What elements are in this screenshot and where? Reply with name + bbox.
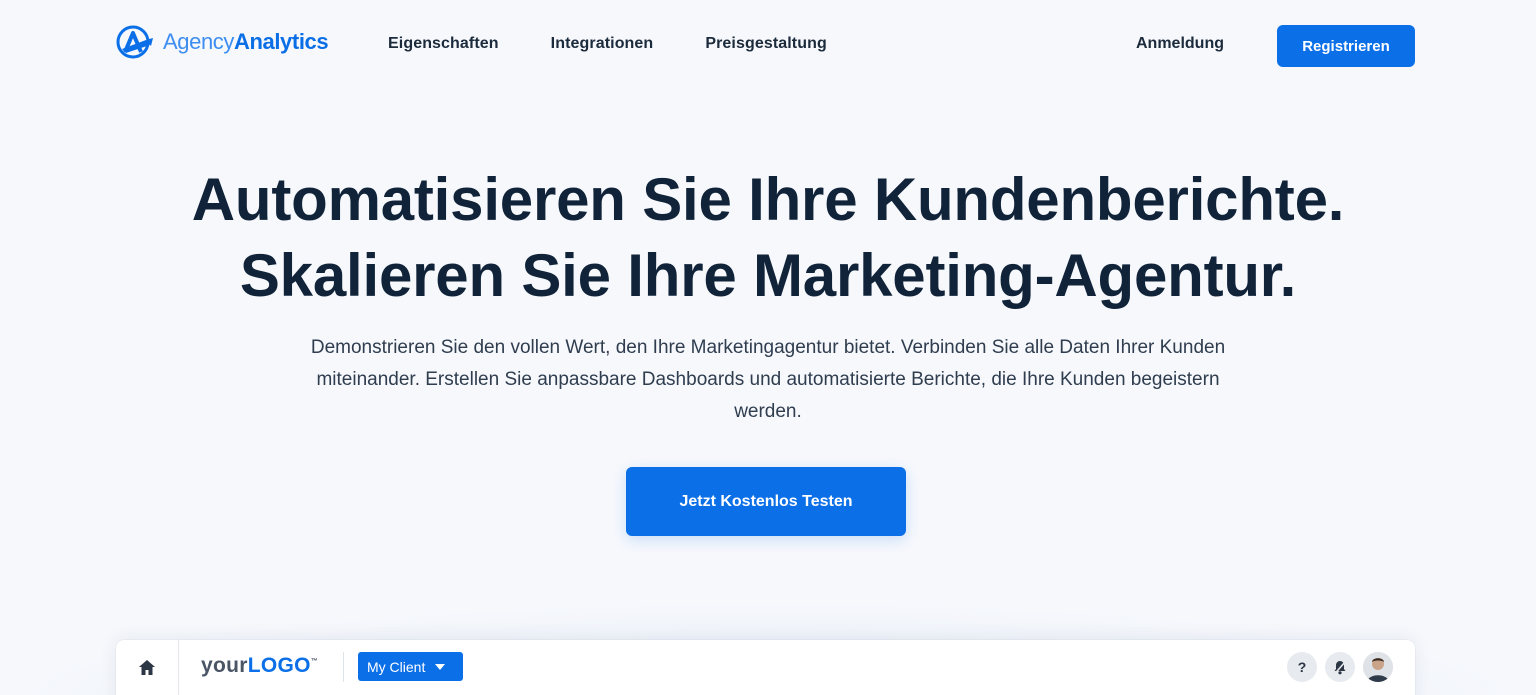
dashboard-preview: yourLOGO™ My Client ?	[116, 640, 1415, 695]
client-logo-bold: LOGO	[247, 654, 311, 677]
hero-title: Automatisieren Sie Ihre Kundenberichte. …	[0, 162, 1536, 314]
top-navigation: AgencyAnalytics Eigenschaften Integratio…	[0, 0, 1536, 92]
free-trial-button[interactable]: Jetzt Kostenlos Testen	[626, 467, 906, 536]
client-logo-prefix: your	[201, 654, 248, 677]
help-button[interactable]: ?	[1287, 652, 1317, 682]
hero-title-line-1: Automatisieren Sie Ihre Kundenberichte.	[191, 166, 1345, 233]
notifications-button[interactable]	[1325, 652, 1355, 682]
client-selector-dropdown[interactable]: My Client	[358, 652, 463, 681]
login-link[interactable]: Anmeldung	[1136, 35, 1224, 53]
avatar	[1363, 652, 1393, 682]
client-logo-placeholder: yourLOGO™	[201, 654, 318, 678]
bell-icon	[1334, 660, 1346, 674]
register-button[interactable]: Registrieren	[1277, 25, 1415, 67]
client-selector-label: My Client	[367, 658, 426, 675]
logo-wordmark: AgencyAnalytics	[163, 29, 329, 55]
home-icon	[139, 660, 155, 675]
nav-link-integrationen[interactable]: Integrationen	[551, 35, 654, 53]
main-nav-links: Eigenschaften Integrationen Preisgestalt…	[388, 35, 827, 53]
agencyanalytics-logo-icon	[116, 25, 153, 59]
nav-link-preisgestaltung[interactable]: Preisgestaltung	[705, 35, 827, 53]
hero-subtitle: Demonstrieren Sie den vollen Wert, den I…	[310, 337, 1226, 422]
agencyanalytics-logo[interactable]: AgencyAnalytics	[116, 25, 329, 59]
logo-text-bold: Analytics	[233, 29, 329, 54]
logo-text-light: Agency	[163, 29, 234, 54]
nav-link-eigenschaften[interactable]: Eigenschaften	[388, 35, 499, 53]
divider	[343, 652, 344, 682]
caret-down-icon	[435, 663, 446, 670]
help-icon: ?	[1297, 659, 1307, 675]
home-button[interactable]	[116, 640, 179, 695]
hero-title-line-2: Skalieren Sie Ihre Marketing-Agentur.	[239, 242, 1297, 309]
trademark-mark: ™	[310, 658, 319, 665]
user-avatar[interactable]	[1363, 652, 1393, 682]
